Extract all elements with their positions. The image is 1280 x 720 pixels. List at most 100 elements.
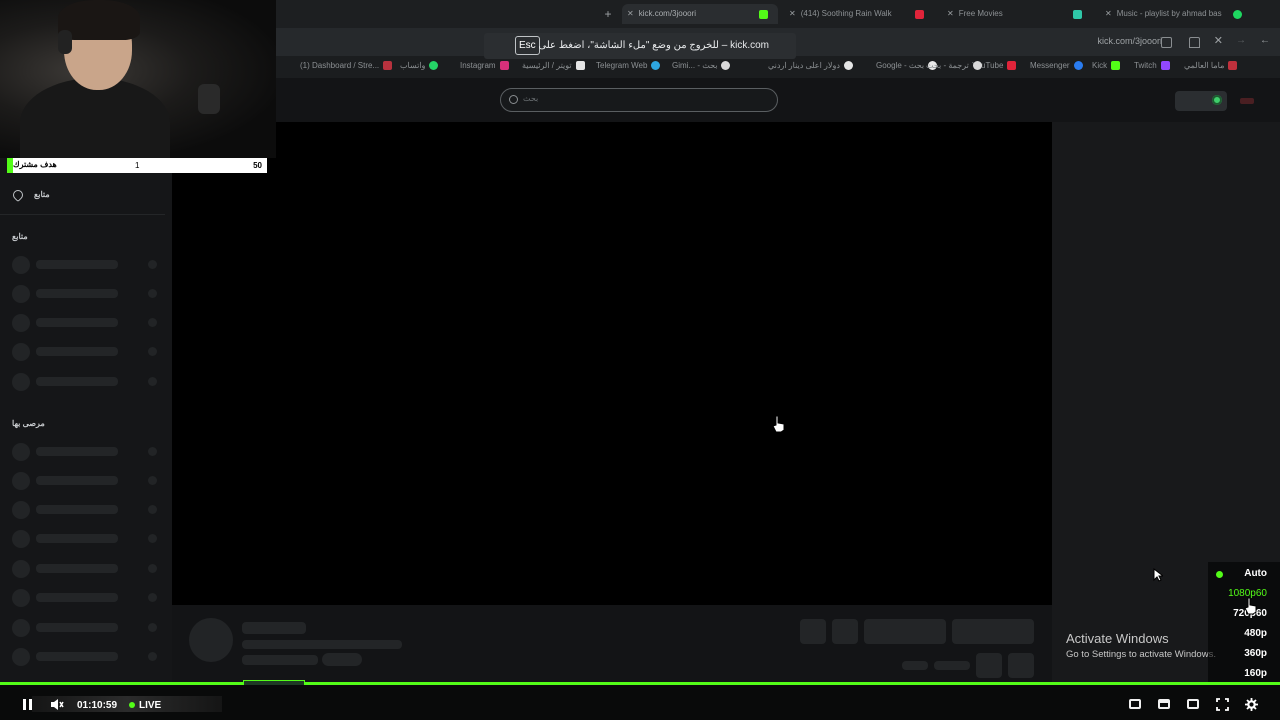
url-field[interactable]: kick.com/3jooori — [1097, 36, 1162, 46]
bookmark-item[interactable]: Instagram — [460, 61, 509, 71]
skeleton-line — [934, 661, 970, 670]
skeleton-avatar — [12, 472, 30, 490]
heart-icon — [10, 187, 26, 203]
bookmark-item[interactable]: تويتر / الرئيسية — [522, 61, 585, 71]
fullscreen-icon[interactable] — [1216, 698, 1229, 711]
bookmark-item[interactable]: (1) Dashboard / Stre... — [300, 61, 393, 71]
kick-favicon-icon — [759, 10, 768, 19]
tab-youtube[interactable]: ✕ (414) Soothing Rain Walk — [784, 4, 932, 24]
skeleton-button — [1008, 653, 1034, 678]
skeleton-line — [36, 447, 118, 456]
bookmark-item[interactable]: ماما العالمي — [1184, 61, 1238, 71]
status-icon — [1212, 95, 1222, 105]
skeleton-button — [952, 619, 1034, 644]
bookmark-item[interactable]: Twitch — [1134, 61, 1170, 71]
skeleton-avatar — [12, 560, 30, 578]
bookmark-item[interactable]: Telegram Web — [596, 61, 661, 71]
search-icon — [509, 95, 518, 104]
video-player[interactable] — [172, 122, 1052, 605]
skeleton-avatar — [12, 530, 30, 548]
skeleton-button — [800, 619, 826, 644]
live-badge[interactable]: LIVE — [139, 700, 161, 711]
skeleton-dot — [148, 593, 157, 602]
section-title-recommended: مرصى بها — [12, 419, 45, 428]
close-icon[interactable]: ✕ — [627, 4, 634, 24]
forward-icon[interactable]: → — [1236, 35, 1246, 46]
skeleton-dot — [148, 377, 157, 386]
tab-title: kick.com/3jooori — [638, 9, 697, 18]
skeleton-avatar — [12, 373, 30, 391]
quality-menu: Auto 1080p60 720p60 480p 360p 160p — [1208, 562, 1280, 684]
skeleton-avatar — [12, 619, 30, 637]
live-dot-icon — [129, 702, 135, 708]
pause-icon[interactable] — [23, 699, 26, 710]
volume-muted-icon[interactable] — [50, 698, 64, 711]
back-icon[interactable]: ← — [1260, 35, 1270, 46]
skeleton-dot — [148, 534, 157, 543]
tab-kick[interactable]: ✕ kick.com/3jooori — [622, 4, 778, 24]
skeleton-line — [36, 534, 118, 543]
site-settings-icon[interactable] — [1161, 37, 1172, 48]
skeleton-avatar — [12, 343, 30, 361]
bookmark-item[interactable]: واتساب — [400, 61, 439, 71]
streamer-body — [20, 78, 170, 158]
stream-info-placeholder — [172, 605, 1052, 685]
quality-option-480p[interactable]: 480p — [1244, 628, 1267, 639]
sub-goal-bar: هدف مشترك 1 50 — [7, 158, 267, 173]
search-placeholder: بحث — [523, 94, 539, 103]
tab-title: Free Movies — [958, 9, 1003, 18]
home-icon[interactable] — [1189, 37, 1200, 48]
sidebar-item-following[interactable]: متابع — [34, 190, 50, 199]
bookmark-item[interactable]: ترجمة - بحث — [926, 61, 982, 71]
sub-goal-label: هدف مشترك — [13, 160, 57, 169]
pause-icon-bar — [29, 699, 32, 710]
skeleton-line — [36, 347, 118, 356]
skeleton-line — [36, 652, 118, 661]
section-title-following: متابع — [12, 232, 28, 241]
bookmark-item[interactable]: Messenger — [1030, 61, 1083, 71]
skeleton-dot — [148, 623, 157, 632]
bookmark-item[interactable]: دولار اعلى دينار اردني — [768, 61, 853, 71]
theater-mode-icon[interactable] — [1187, 699, 1199, 709]
skeleton-line — [36, 505, 118, 514]
clip-icon[interactable] — [1158, 699, 1170, 709]
skeleton-avatar — [12, 648, 30, 666]
search-input[interactable]: بحث — [500, 88, 778, 112]
menu-icon[interactable] — [1240, 98, 1254, 104]
skeleton-avatar — [12, 443, 30, 461]
skeleton-line — [242, 622, 306, 634]
youtube-favicon-icon — [915, 10, 924, 19]
activate-windows-watermark: Activate Windows Go to Settings to activ… — [1066, 631, 1216, 660]
avatar — [189, 618, 233, 662]
tab-title: (414) Soothing Rain Walk — [800, 9, 892, 18]
quality-option-360p[interactable]: 360p — [1244, 648, 1267, 659]
live-status-dot-icon — [1216, 571, 1223, 578]
fullscreen-notice-text: kick.com – للخروج من وضع "ملء الشاشة"، ا… — [538, 40, 769, 51]
quality-option-auto[interactable]: Auto — [1244, 568, 1267, 579]
skeleton-dot — [148, 289, 157, 298]
pip-icon[interactable] — [1129, 699, 1141, 709]
settings-gear-icon[interactable] — [1245, 698, 1258, 711]
player-controls — [0, 685, 1280, 720]
skeleton-line — [36, 377, 118, 386]
close-icon[interactable]: ✕ — [1105, 4, 1112, 24]
tab-spotify[interactable]: ✕ Music - playlist by ahmad bas — [1100, 4, 1250, 24]
site-favicon-icon — [1073, 10, 1082, 19]
skeleton-line — [36, 289, 118, 298]
new-tab-button[interactable]: + — [600, 4, 616, 24]
close-icon[interactable]: ✕ — [789, 4, 796, 24]
activate-subtitle: Go to Settings to activate Windows. — [1066, 649, 1216, 660]
tab-free-movies[interactable]: ✕ Free Movies — [942, 4, 1090, 24]
close-icon[interactable]: ✕ — [947, 4, 954, 24]
skeleton-dot — [148, 347, 157, 356]
quality-option-160p[interactable]: 160p — [1244, 668, 1267, 679]
bookmark-item[interactable]: Kick — [1092, 61, 1121, 71]
webcam-overlay — [0, 0, 276, 158]
skeleton-dot — [148, 476, 157, 485]
user-menu-button[interactable] — [1175, 91, 1227, 111]
stop-icon[interactable]: ✕ — [1214, 34, 1223, 47]
arrow-cursor-icon — [1153, 568, 1163, 582]
bookmark-item[interactable]: Gimi... - بحث — [672, 61, 731, 71]
skeleton-dot — [148, 505, 157, 514]
spotify-favicon-icon — [1233, 10, 1242, 19]
